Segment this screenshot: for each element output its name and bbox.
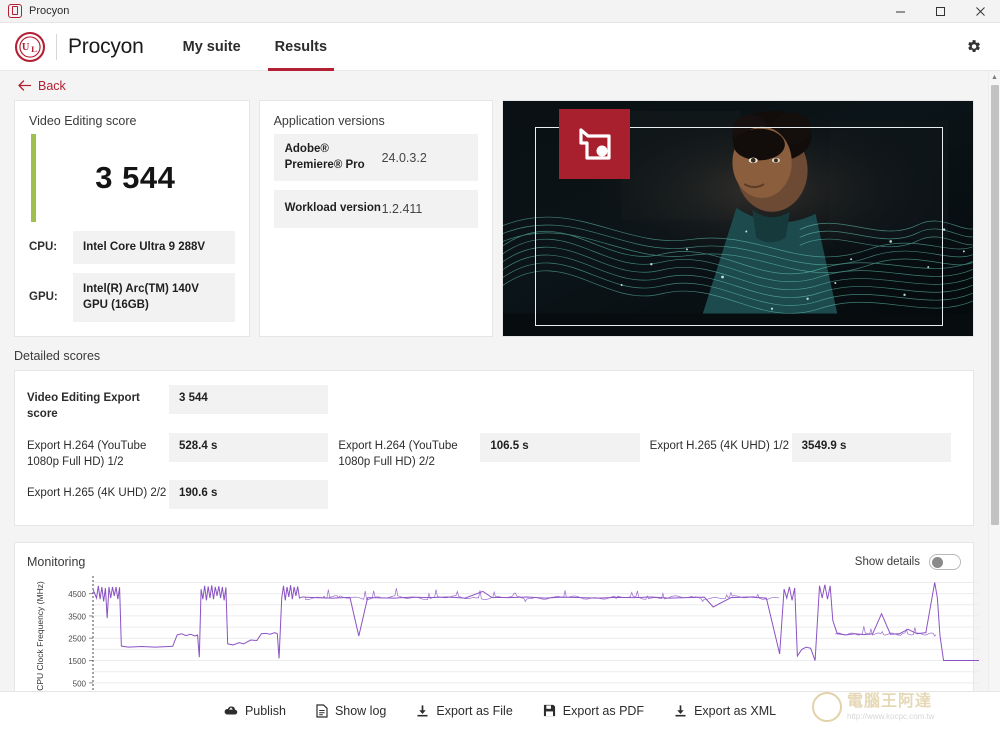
download-icon bbox=[416, 704, 429, 718]
gear-icon[interactable] bbox=[960, 34, 986, 60]
top-cards-row: Video Editing score 3 544 CPU: Intel Cor… bbox=[0, 100, 988, 337]
show-log-label: Show log bbox=[335, 704, 386, 718]
scroll-up-arrow[interactable]: ▲ bbox=[989, 71, 1000, 83]
publish-button[interactable]: Publish bbox=[224, 704, 286, 718]
svg-text:3500: 3500 bbox=[68, 613, 86, 622]
cpu-label: CPU: bbox=[29, 241, 73, 253]
version-value: 24.0.3.2 bbox=[382, 151, 427, 165]
maximize-icon[interactable] bbox=[920, 0, 960, 23]
ul-logo: U L bbox=[14, 31, 46, 63]
score-card-title: Video Editing score bbox=[29, 114, 235, 128]
svg-text:U: U bbox=[22, 42, 30, 53]
spec-row-gpu: GPU: Intel(R) Arc(TM) 140V GPU (16GB) bbox=[29, 273, 235, 322]
score-value: 3 544 bbox=[95, 160, 175, 196]
monitoring-card: Monitoring Show details 500 1500 2500 3500 4… bbox=[14, 542, 974, 691]
back-label: Back bbox=[38, 79, 66, 93]
detail-value: 106.5 s bbox=[480, 433, 639, 462]
premiere-pro-badge-icon bbox=[559, 109, 630, 179]
version-name: Workload version bbox=[285, 201, 382, 217]
show-log-button[interactable]: Show log bbox=[316, 704, 386, 718]
content-area: Back Video Editing score 3 544 CPU: Inte… bbox=[0, 71, 988, 691]
procyon-icon bbox=[8, 4, 22, 18]
download-icon bbox=[674, 704, 687, 718]
svg-text:4500: 4500 bbox=[68, 591, 86, 600]
back-bar: Back bbox=[0, 71, 988, 100]
detail-item-empty bbox=[650, 385, 961, 423]
detail-value: 3549.9 s bbox=[792, 433, 951, 462]
scrollbar-thumb[interactable] bbox=[991, 85, 999, 525]
spec-row-cpu: CPU: Intel Core Ultra 9 288V bbox=[29, 231, 235, 264]
hero-image bbox=[502, 100, 974, 337]
detail-value: 190.6 s bbox=[169, 480, 328, 509]
logo-divider bbox=[56, 34, 57, 60]
export-pdf-label: Export as PDF bbox=[563, 704, 644, 718]
detail-label: Export H.265 (4K UHD) 2/2 bbox=[27, 480, 169, 502]
export-as-xml-button[interactable]: Export as XML bbox=[674, 704, 776, 718]
monitoring-chart: 500 1500 2500 3500 4500 CPU Clock Frequency (… bbox=[27, 572, 961, 691]
show-details-toggle[interactable] bbox=[929, 554, 961, 570]
tab-results[interactable]: Results bbox=[258, 23, 344, 71]
detail-item-h265-1: Export H.265 (4K UHD) 1/2 3549.9 s bbox=[650, 433, 961, 471]
detail-item-export-score: Video Editing Export score 3 544 bbox=[27, 385, 338, 423]
detail-item-empty bbox=[650, 480, 961, 509]
version-row-workload: Workload version 1.2.411 bbox=[274, 190, 479, 228]
detail-value: 528.4 s bbox=[169, 433, 328, 462]
export-file-label: Export as File bbox=[436, 704, 512, 718]
monitoring-header: Monitoring Show details bbox=[27, 554, 961, 570]
detailed-scores-grid: Video Editing Export score 3 544 Export … bbox=[27, 385, 961, 509]
close-icon[interactable] bbox=[960, 0, 1000, 23]
svg-text:1500: 1500 bbox=[68, 657, 86, 666]
video-editing-score-card: Video Editing score 3 544 CPU: Intel Cor… bbox=[14, 100, 250, 337]
cloud-upload-icon bbox=[224, 704, 238, 717]
svg-text:2500: 2500 bbox=[68, 635, 86, 644]
main-nav: My suite Results bbox=[166, 23, 344, 71]
gpu-label: GPU: bbox=[29, 291, 73, 303]
detail-item-empty bbox=[338, 480, 649, 509]
application-versions-card: Application versions Adobe® Premiere® Pr… bbox=[259, 100, 494, 337]
monitoring-title: Monitoring bbox=[27, 555, 85, 569]
detail-label: Video Editing Export score bbox=[27, 385, 169, 423]
vertical-scrollbar[interactable]: ▲ bbox=[988, 71, 1000, 691]
versions-card-title: Application versions bbox=[274, 114, 479, 128]
cpu-value: Intel Core Ultra 9 288V bbox=[73, 231, 235, 264]
app-brand: Procyon bbox=[68, 35, 144, 59]
version-value: 1.2.411 bbox=[382, 202, 423, 216]
detail-item-empty bbox=[338, 385, 649, 423]
version-row-premiere: Adobe® Premiere® Pro 24.0.3.2 bbox=[274, 134, 479, 181]
detail-value: 3 544 bbox=[169, 385, 328, 414]
window-titlebar: Procyon bbox=[0, 0, 1000, 23]
svg-text:CPU Clock Frequency (MHz): CPU Clock Frequency (MHz) bbox=[35, 581, 45, 691]
tab-my-suite[interactable]: My suite bbox=[166, 23, 258, 71]
export-as-pdf-button[interactable]: Export as PDF bbox=[543, 704, 644, 718]
show-details-label: Show details bbox=[855, 556, 920, 568]
show-details-control: Show details bbox=[855, 554, 961, 570]
svg-text:500: 500 bbox=[73, 680, 87, 689]
save-icon bbox=[543, 704, 556, 717]
score-display: 3 544 bbox=[29, 134, 235, 222]
detail-item-h265-2: Export H.265 (4K UHD) 2/2 190.6 s bbox=[27, 480, 338, 509]
gpu-value: Intel(R) Arc(TM) 140V GPU (16GB) bbox=[73, 273, 235, 322]
window-title: Procyon bbox=[29, 5, 69, 17]
back-button[interactable]: Back bbox=[18, 79, 66, 93]
app-header: U L Procyon My suite Results bbox=[0, 23, 1000, 71]
version-name: Adobe® Premiere® Pro bbox=[285, 142, 382, 173]
svg-text:L: L bbox=[31, 44, 37, 54]
detail-item-h264-2: Export H.264 (YouTube 1080p Full HD) 2/2… bbox=[338, 433, 649, 471]
publish-label: Publish bbox=[245, 704, 286, 718]
detail-item-h264-1: Export H.264 (YouTube 1080p Full HD) 1/2… bbox=[27, 433, 338, 471]
cpu-clock-frequency-chart: 500 1500 2500 3500 4500 CPU Clock Frequency (… bbox=[27, 572, 987, 691]
export-xml-label: Export as XML bbox=[694, 704, 776, 718]
bottom-toolbar: Publish Show log Export as File Export a… bbox=[0, 691, 1000, 729]
window-controls bbox=[880, 0, 1000, 23]
detail-label: Export H.264 (YouTube 1080p Full HD) 1/2 bbox=[27, 433, 169, 471]
document-icon bbox=[316, 704, 328, 718]
minimize-icon[interactable] bbox=[880, 0, 920, 23]
export-as-file-button[interactable]: Export as File bbox=[416, 704, 512, 718]
detailed-scores-label: Detailed scores bbox=[0, 337, 988, 370]
detailed-scores-card: Video Editing Export score 3 544 Export … bbox=[14, 370, 974, 526]
arrow-left-icon bbox=[18, 80, 31, 91]
detail-label: Export H.264 (YouTube 1080p Full HD) 2/2 bbox=[338, 433, 480, 471]
detail-label: Export H.265 (4K UHD) 1/2 bbox=[650, 433, 792, 455]
